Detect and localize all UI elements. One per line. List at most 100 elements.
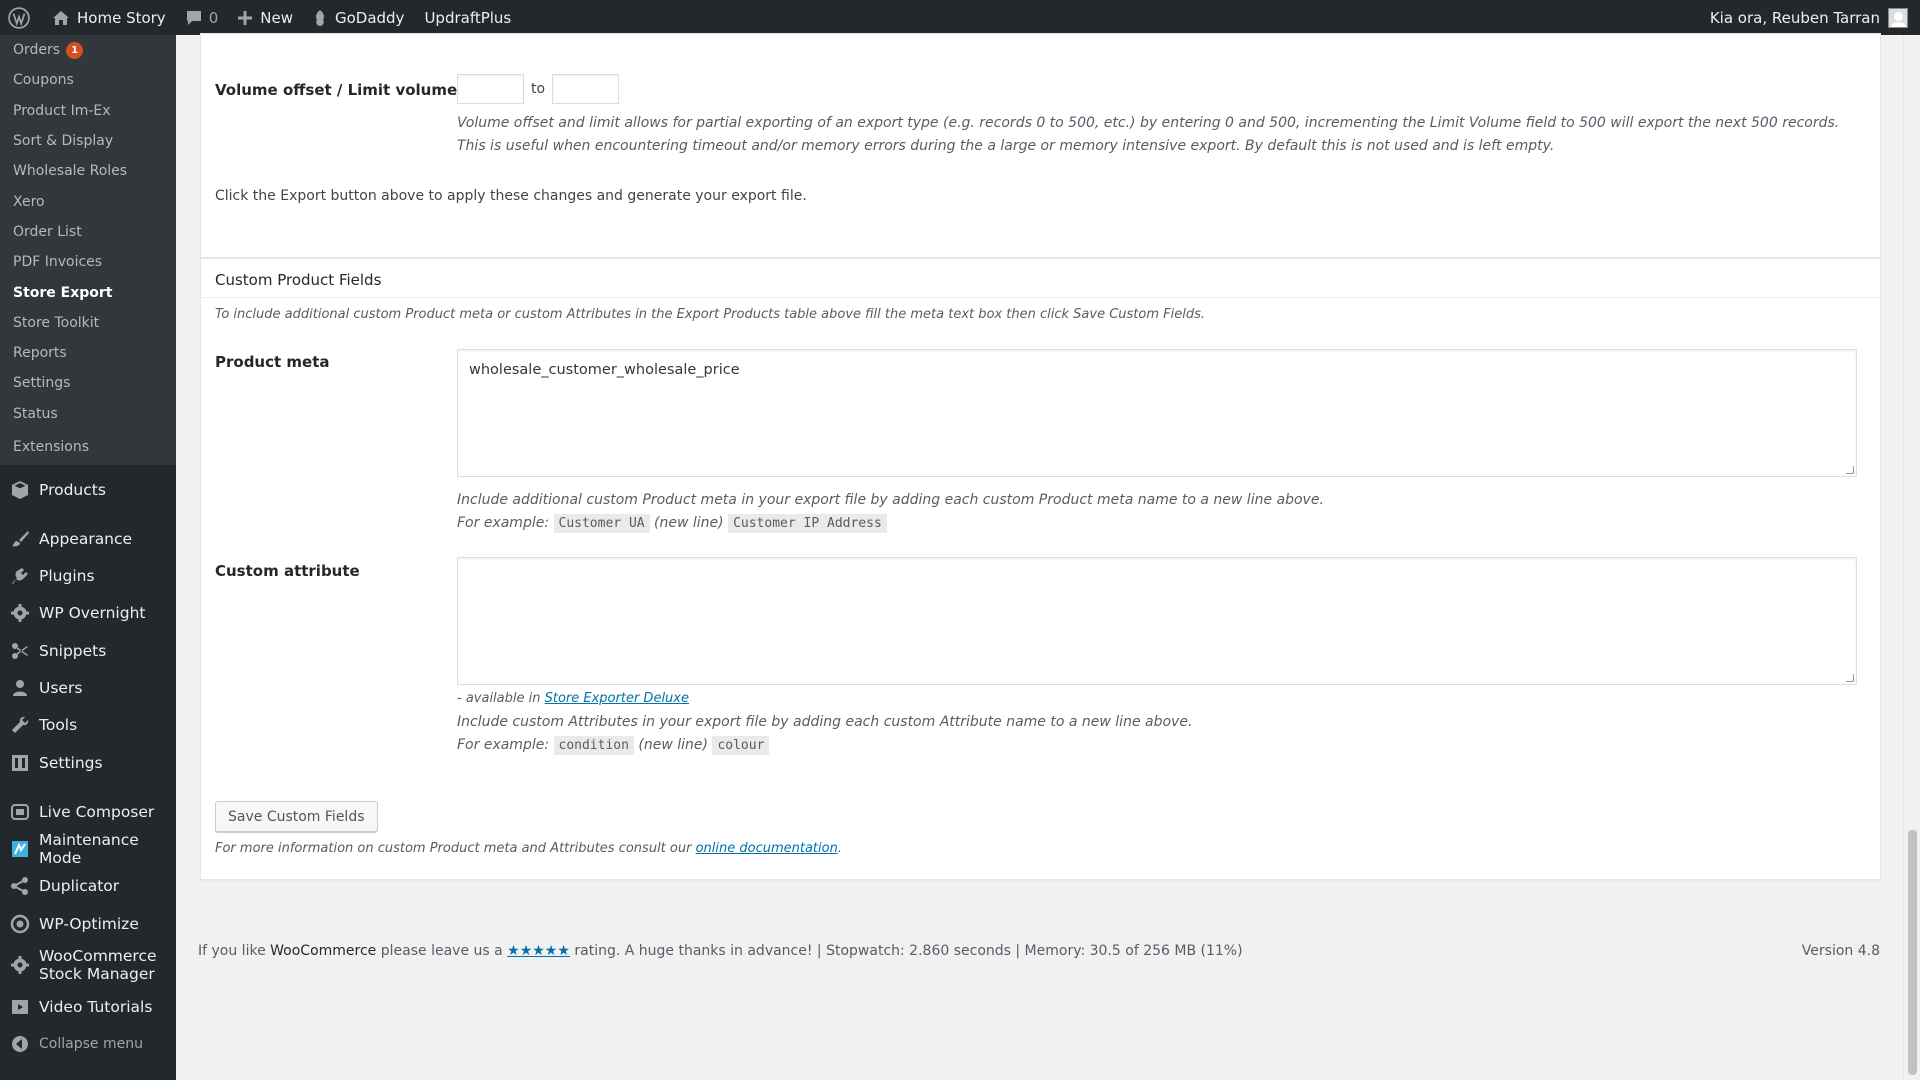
menu-label: Snippets [39,641,107,660]
collapse-icon [10,1034,30,1054]
submenu-item-orders[interactable]: Orders 1 [0,35,176,65]
meta-example-code: Customer IP Address [728,514,887,533]
site-name-link[interactable]: Home Story [42,0,176,35]
menu-settings[interactable]: Settings [0,744,176,781]
new-line-label: (new line) [654,515,724,531]
orders-count-badge: 1 [66,41,84,59]
menu-label: Live Composer [39,802,155,821]
footer-prefix: If you like [198,943,266,959]
menu-snippets[interactable]: Snippets [0,632,176,669]
resize-handle-icon[interactable] [1846,674,1854,682]
custom-attribute-textarea[interactable] [457,557,1857,685]
plugin-icon [10,566,30,586]
submenu-item-store-export[interactable]: Store Export [0,277,176,307]
online-documentation-link[interactable]: online documentation [696,841,838,856]
submenu-item-extensions[interactable]: Extensions [0,429,176,465]
custom-product-fields-box: Custom Product Fields To include additio… [200,258,1881,880]
volume-offset-input[interactable] [457,74,524,104]
more-info-note: For more information on custom Product m… [215,837,842,860]
export-options-box: Volume offset / Limit volume to Volume o… [200,33,1881,258]
menu-wp-overnight[interactable]: WP Overnight [0,595,176,632]
menu-maintenance-mode[interactable]: Maintenance Mode [0,831,176,868]
submenu-item-settings[interactable]: Settings [0,368,176,398]
submenu-item-order-list[interactable]: Order List [0,217,176,247]
available-prefix: - available in [457,691,541,706]
footer-suffix: rating. A huge thanks in advance! | Stop… [574,943,1243,959]
example-label: For example: [457,737,550,753]
new-content-link[interactable]: New [228,0,303,35]
menu-users[interactable]: Users [0,669,176,706]
submenu-item-status[interactable]: Status [0,399,176,429]
admin-sidebar: Orders 1 Coupons Product Im-Ex Sort & Dis… [0,35,176,1080]
volume-limit-input[interactable] [552,74,619,104]
submenu-label: Settings [13,375,71,392]
wordpress-logo-icon[interactable] [0,0,42,35]
save-custom-fields-button[interactable]: Save Custom Fields [215,801,378,832]
menu-products[interactable]: Products [0,471,176,508]
godaddy-icon [315,9,324,26]
comments-count: 0 [208,8,219,27]
custom-fields-intro: To include additional custom Product met… [215,307,1206,322]
submenu-item-wholesale-roles[interactable]: Wholesale Roles [0,156,176,186]
meta-example-code: Customer UA [553,514,650,533]
woocommerce-submenu: Orders 1 Coupons Product Im-Ex Sort & Dis… [0,35,176,465]
wp-optimize-icon [10,914,30,934]
rating-stars-link[interactable]: ★★★★★ [507,943,570,959]
store-exporter-deluxe-link[interactable]: Store Exporter Deluxe [545,691,689,706]
menu-wp-optimize[interactable]: WP-Optimize [0,905,176,942]
updraftplus-link[interactable]: UpdraftPlus [414,0,521,35]
menu-tools[interactable]: Tools [0,707,176,744]
meta-help: Include additional custom Product meta i… [457,489,1324,535]
submenu-item-store-toolkit[interactable]: Store Toolkit [0,308,176,338]
submenu-item-pdf-invoices[interactable]: PDF Invoices [0,247,176,277]
menu-label-line2: Stock Manager [39,965,155,984]
submenu-label: Wholesale Roles [13,163,128,180]
menu-label: WooCommerce Stock Manager [39,947,157,983]
attr-example: For example: condition (new line) colour [457,734,1192,757]
submenu-label: Store Export [13,284,113,301]
menu-plugins[interactable]: Plugins [0,557,176,594]
menu-duplicator[interactable]: Duplicator [0,868,176,905]
maintenance-icon [10,839,30,859]
submenu-item-reports[interactable]: Reports [0,338,176,368]
available-note: - available in Store Exporter Deluxe [457,687,689,710]
product-meta-value: wholesale_customer_wholesale_price [469,362,740,378]
comments-link[interactable]: 0 [176,0,229,35]
volume-desc-line2: This is useful when encountering timeout… [457,138,1555,154]
page-scrollbar[interactable] [1903,35,1920,1080]
menu-label: Collapse menu [39,1036,143,1053]
menu-woocommerce-stock-manager[interactable]: WooCommerce Stock Manager [0,942,176,988]
products-icon [10,480,30,500]
submenu-label: Sort & Display [13,133,114,150]
resize-handle-icon[interactable] [1846,466,1854,474]
my-account-link[interactable]: Kia ora, Reuben Tarran [1700,0,1920,35]
paintbrush-icon [10,529,30,549]
submenu-label: PDF Invoices [13,254,103,271]
product-meta-textarea[interactable]: wholesale_customer_wholesale_price [457,349,1857,477]
menu-live-composer[interactable]: Live Composer [0,793,176,830]
gear-icon [10,955,30,975]
box-header: Custom Product Fields [201,259,1880,298]
godaddy-link[interactable]: GoDaddy [303,0,414,35]
menu-label: WP-Optimize [39,914,139,933]
submenu-item-product-im-ex[interactable]: Product Im-Ex [0,96,176,126]
menu-label: Users [39,678,83,697]
admin-footer: If you like WooCommerce please leave us … [198,943,1880,959]
live-composer-icon [10,802,30,822]
scrollbar-thumb[interactable] [1908,830,1917,1075]
menu-video-tutorials[interactable]: Video Tutorials [0,988,176,1025]
avatar [1888,7,1908,28]
submenu-item-sort-display[interactable]: Sort & Display [0,126,176,156]
submenu-item-coupons[interactable]: Coupons [0,65,176,95]
menu-label: Video Tutorials [39,998,153,1017]
submenu-item-xero[interactable]: Xero [0,186,176,216]
menu-label: Maintenance Mode [39,831,139,868]
menu-appearance[interactable]: Appearance [0,520,176,557]
collapse-menu-button[interactable]: Collapse menu [0,1026,176,1063]
period: . [837,841,842,856]
menu-label: Tools [39,716,78,735]
new-line-label: (new line) [638,737,708,753]
main-content: Volume offset / Limit volume to Volume o… [176,33,1900,1080]
menu-label: Settings [39,753,103,772]
duplicator-icon [10,876,30,896]
